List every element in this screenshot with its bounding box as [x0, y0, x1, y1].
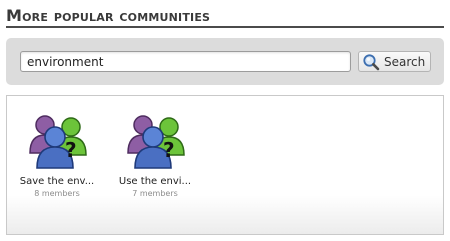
search-button-label: Search [384, 54, 426, 69]
community-group-icon: ? [25, 113, 89, 169]
magnifier-icon [362, 53, 380, 71]
community-member-count: 7 members [132, 189, 178, 198]
svg-text:?: ? [65, 138, 77, 162]
search-bar: Search [6, 38, 444, 85]
community-member-count: 8 members [34, 189, 80, 198]
community-tile[interactable]: ? Save the env... 8 members [15, 113, 99, 198]
community-name: Save the env... [19, 176, 95, 187]
community-results: ? Save the env... 8 members ? Use the en… [6, 95, 444, 235]
heading-title: More popular communities [6, 6, 211, 25]
more-popular-communities-panel: More popular communities Search [0, 0, 450, 241]
search-input[interactable] [20, 51, 351, 72]
search-button[interactable]: Search [358, 51, 431, 72]
community-group-icon: ? [123, 113, 187, 169]
community-tile[interactable]: ? Use the envi... 7 members [113, 113, 197, 198]
svg-text:?: ? [163, 138, 175, 162]
section-heading: More popular communities [6, 6, 444, 28]
community-name: Use the envi... [118, 176, 192, 187]
